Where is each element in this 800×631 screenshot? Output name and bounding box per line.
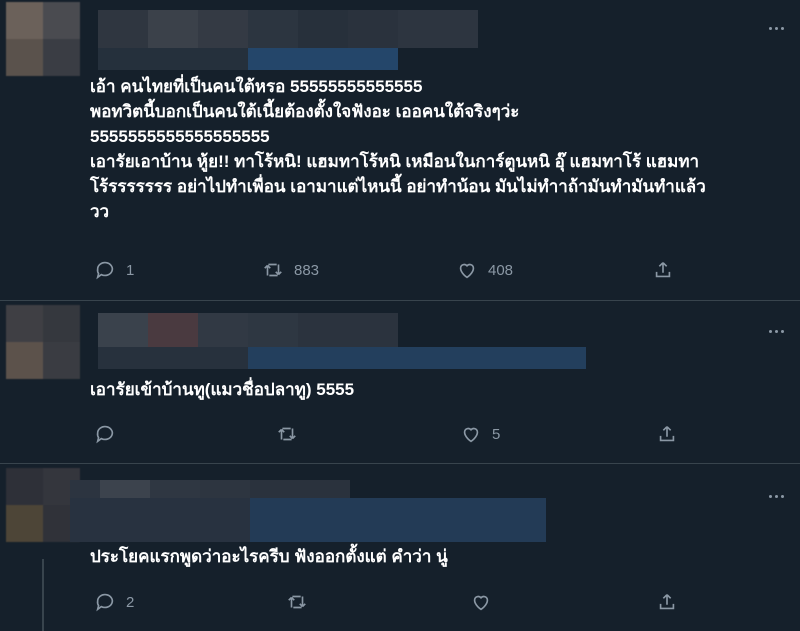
- retweet-icon: [278, 427, 296, 441]
- like-count: 408: [488, 261, 514, 279]
- like-button[interactable]: 5: [460, 422, 500, 446]
- retweet-button[interactable]: 883: [262, 258, 319, 282]
- tweet-actions: 1 883 408: [90, 258, 690, 282]
- user-name-redacted[interactable]: [98, 10, 478, 48]
- tweet-text: ประโยคแรกพูดว่าอะไรครีบ ฟังออกตั้งแต่ คำ…: [90, 547, 448, 566]
- share-button[interactable]: [652, 258, 674, 282]
- user-handle-redacted[interactable]: [98, 347, 586, 369]
- share-button[interactable]: [656, 590, 678, 614]
- reply-icon: [96, 593, 114, 612]
- like-button[interactable]: [470, 590, 502, 614]
- more-icon[interactable]: [764, 323, 788, 339]
- more-icon[interactable]: [764, 488, 788, 504]
- retweet-icon: [264, 263, 282, 277]
- tweet-1[interactable]: เอ้า คนไทยที่เป็นคนใต้หรอ 55555555555555…: [0, 0, 800, 300]
- tweet-text: เอ้า คนไทยที่เป็นคนใต้หรอ 55555555555555…: [90, 77, 706, 221]
- reply-icon: [96, 261, 114, 280]
- tweet-text: เอารัยเข้าบ้านทู(แมวชื่อปลาทู) 5555: [90, 380, 355, 399]
- like-icon: [463, 427, 479, 443]
- share-icon: [659, 594, 675, 610]
- user-name-redacted[interactable]: [98, 313, 398, 347]
- retweet-button[interactable]: [276, 422, 308, 446]
- reply-button[interactable]: [94, 422, 126, 446]
- share-icon: [655, 262, 671, 278]
- like-icon: [473, 595, 489, 611]
- like-count: 5: [492, 425, 501, 443]
- thread-line: [42, 559, 44, 631]
- reply-button[interactable]: 1: [94, 258, 134, 282]
- reply-icon: [96, 425, 114, 444]
- tweet-actions: 5: [90, 422, 690, 446]
- user-handle-redacted[interactable]: [98, 48, 398, 70]
- tweet-3[interactable]: ประโยคแรกพูดว่าอะไรครีบ ฟังออกตั้งแต่ คำ…: [0, 464, 800, 631]
- reply-button[interactable]: 2: [94, 590, 134, 614]
- more-icon[interactable]: [764, 20, 788, 36]
- tweet-2[interactable]: เอารัยเข้าบ้านทู(แมวชื่อปลาทู) 5555 5: [0, 301, 800, 463]
- user-handle-redacted[interactable]: [70, 498, 546, 542]
- reply-count: 1: [126, 261, 135, 279]
- tweet-actions: 2: [90, 590, 690, 614]
- avatar[interactable]: [6, 305, 80, 379]
- retweet-icon: [288, 595, 306, 609]
- retweet-button[interactable]: [286, 590, 318, 614]
- share-button[interactable]: [656, 422, 678, 446]
- avatar[interactable]: [6, 2, 80, 76]
- like-icon: [459, 263, 475, 279]
- like-button[interactable]: 408: [456, 258, 513, 282]
- avatar[interactable]: [6, 468, 80, 542]
- share-icon: [659, 426, 675, 442]
- reply-count: 2: [126, 593, 135, 611]
- retweet-count: 883: [294, 261, 320, 279]
